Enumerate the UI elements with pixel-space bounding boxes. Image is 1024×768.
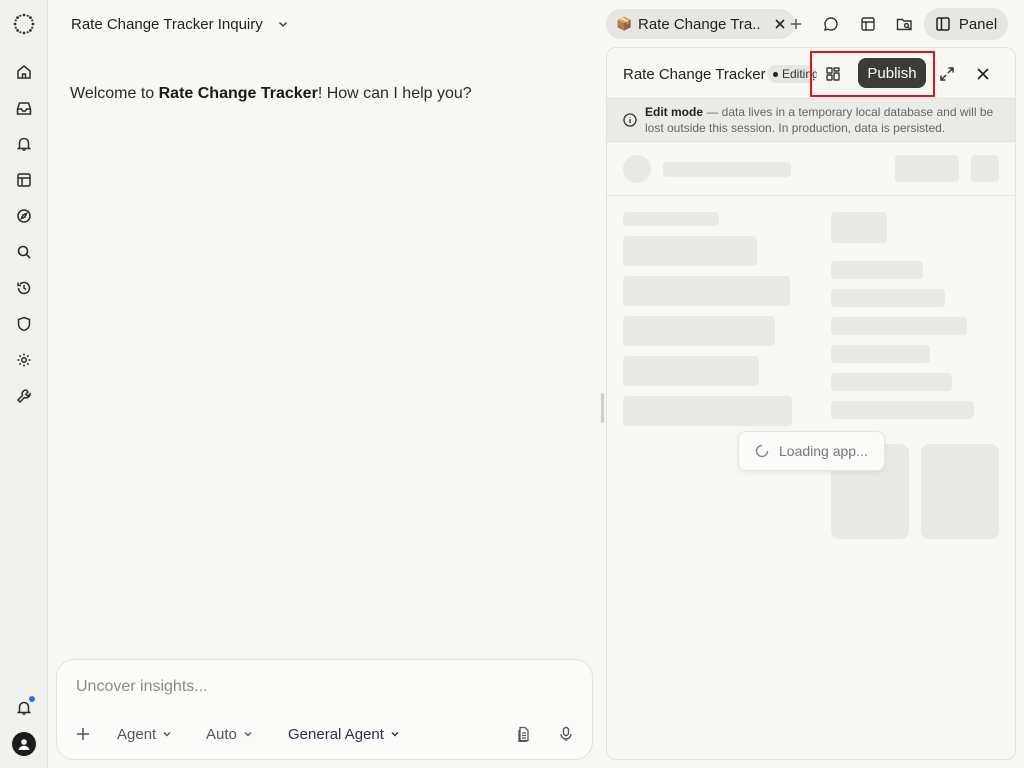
model-select[interactable]: Auto	[206, 722, 253, 746]
loading-indicator: Loading app...	[738, 431, 885, 471]
close-icon[interactable]	[973, 64, 993, 84]
shield-icon[interactable]	[12, 312, 36, 336]
layout-icon[interactable]	[12, 168, 36, 192]
edit-mode-label: Edit mode	[645, 105, 704, 119]
compass-icon[interactable]	[12, 204, 36, 228]
app-preview-panel: Rate Change Tracker Editing Publish Edit…	[606, 47, 1016, 760]
welcome-prefix: Welcome to	[70, 85, 159, 102]
skeleton-avatar	[623, 155, 651, 183]
skeleton-line	[831, 289, 945, 307]
skeleton-block	[623, 236, 757, 266]
publish-button[interactable]: Publish	[858, 58, 926, 88]
layout-icon[interactable]	[858, 14, 878, 34]
expand-icon[interactable]	[937, 64, 957, 84]
app-tab[interactable]: 📦 Rate Change Tra...	[606, 9, 795, 39]
sidebar	[0, 0, 48, 768]
chat-title-dropdown[interactable]: Rate Change Tracker Inquiry	[71, 14, 289, 34]
chat-title: Rate Change Tracker Inquiry	[71, 15, 263, 33]
edit-mode-text: Edit mode — data lives in a temporary lo…	[645, 104, 1005, 136]
panel-icon	[935, 16, 951, 32]
skeleton-button	[971, 155, 999, 182]
welcome-suffix: ! How can I help you?	[317, 85, 472, 102]
search-icon[interactable]	[12, 240, 36, 264]
skeleton-line	[831, 317, 967, 335]
spinner-icon	[755, 444, 769, 458]
skeleton-block	[831, 212, 887, 243]
skeleton-line	[831, 261, 923, 279]
chevron-down-icon	[243, 729, 253, 739]
new-tab-icon[interactable]	[790, 14, 802, 34]
agent-select[interactable]: General Agent	[288, 722, 400, 746]
loading-text: Loading app...	[779, 443, 868, 459]
panel-title: Rate Change Tracker	[623, 66, 766, 83]
mode-select[interactable]: Agent	[117, 722, 172, 746]
mode-label: Agent	[117, 725, 157, 743]
resize-handle[interactable]	[601, 393, 604, 423]
agent-label: General Agent	[288, 725, 384, 743]
skeleton-line	[831, 345, 930, 363]
logo-icon[interactable]	[12, 12, 36, 36]
chevron-down-icon	[390, 729, 400, 739]
skeleton-line	[663, 162, 791, 177]
add-attachment-icon[interactable]	[73, 724, 93, 744]
status-badge: Editing	[767, 65, 817, 83]
skeleton-card	[921, 444, 999, 539]
welcome-app-name: Rate Change Tracker	[158, 85, 318, 102]
history-icon[interactable]	[12, 276, 36, 300]
chevron-down-icon	[277, 18, 289, 30]
skeleton-block	[623, 396, 792, 426]
grid-view-icon[interactable]	[823, 64, 843, 84]
message-input[interactable]	[76, 678, 556, 696]
home-icon[interactable]	[12, 60, 36, 84]
document-icon[interactable]	[514, 724, 534, 744]
user-avatar-icon[interactable]	[12, 732, 36, 756]
skeleton-header-row	[607, 142, 1015, 196]
microphone-icon[interactable]	[556, 724, 576, 744]
skeleton-block	[623, 316, 775, 346]
welcome-message: Welcome to Rate Change Tracker! How can …	[70, 85, 472, 103]
bell-icon[interactable]	[12, 132, 36, 156]
notification-dot	[29, 696, 35, 702]
status-dot	[773, 71, 778, 77]
wrench-icon[interactable]	[12, 384, 36, 408]
info-icon	[623, 113, 637, 127]
gear-icon[interactable]	[12, 348, 36, 372]
panel-toggle-button[interactable]: Panel	[924, 8, 1008, 40]
close-tab-icon[interactable]	[771, 15, 789, 33]
inbox-icon[interactable]	[12, 96, 36, 120]
panel-label: Panel	[958, 15, 998, 33]
chevron-down-icon	[162, 729, 172, 739]
skeleton-line	[831, 373, 952, 391]
skeleton-block	[623, 276, 790, 306]
skeleton-block	[623, 356, 759, 386]
status-badge-label: Editing	[782, 67, 817, 81]
package-icon: 📦	[616, 16, 633, 31]
skeleton-line	[623, 212, 719, 226]
app-tab-label: Rate Change Tra...	[638, 15, 762, 33]
edit-mode-banner: Edit mode — data lives in a temporary lo…	[607, 98, 1015, 142]
message-composer: Agent Auto General Agent	[56, 659, 593, 760]
notification-icon[interactable]	[12, 696, 36, 720]
skeleton-line	[831, 401, 974, 419]
skeleton-button	[895, 155, 959, 182]
chat-bubble-icon[interactable]	[821, 14, 841, 34]
folder-search-icon[interactable]	[894, 14, 914, 34]
model-label: Auto	[206, 725, 237, 743]
